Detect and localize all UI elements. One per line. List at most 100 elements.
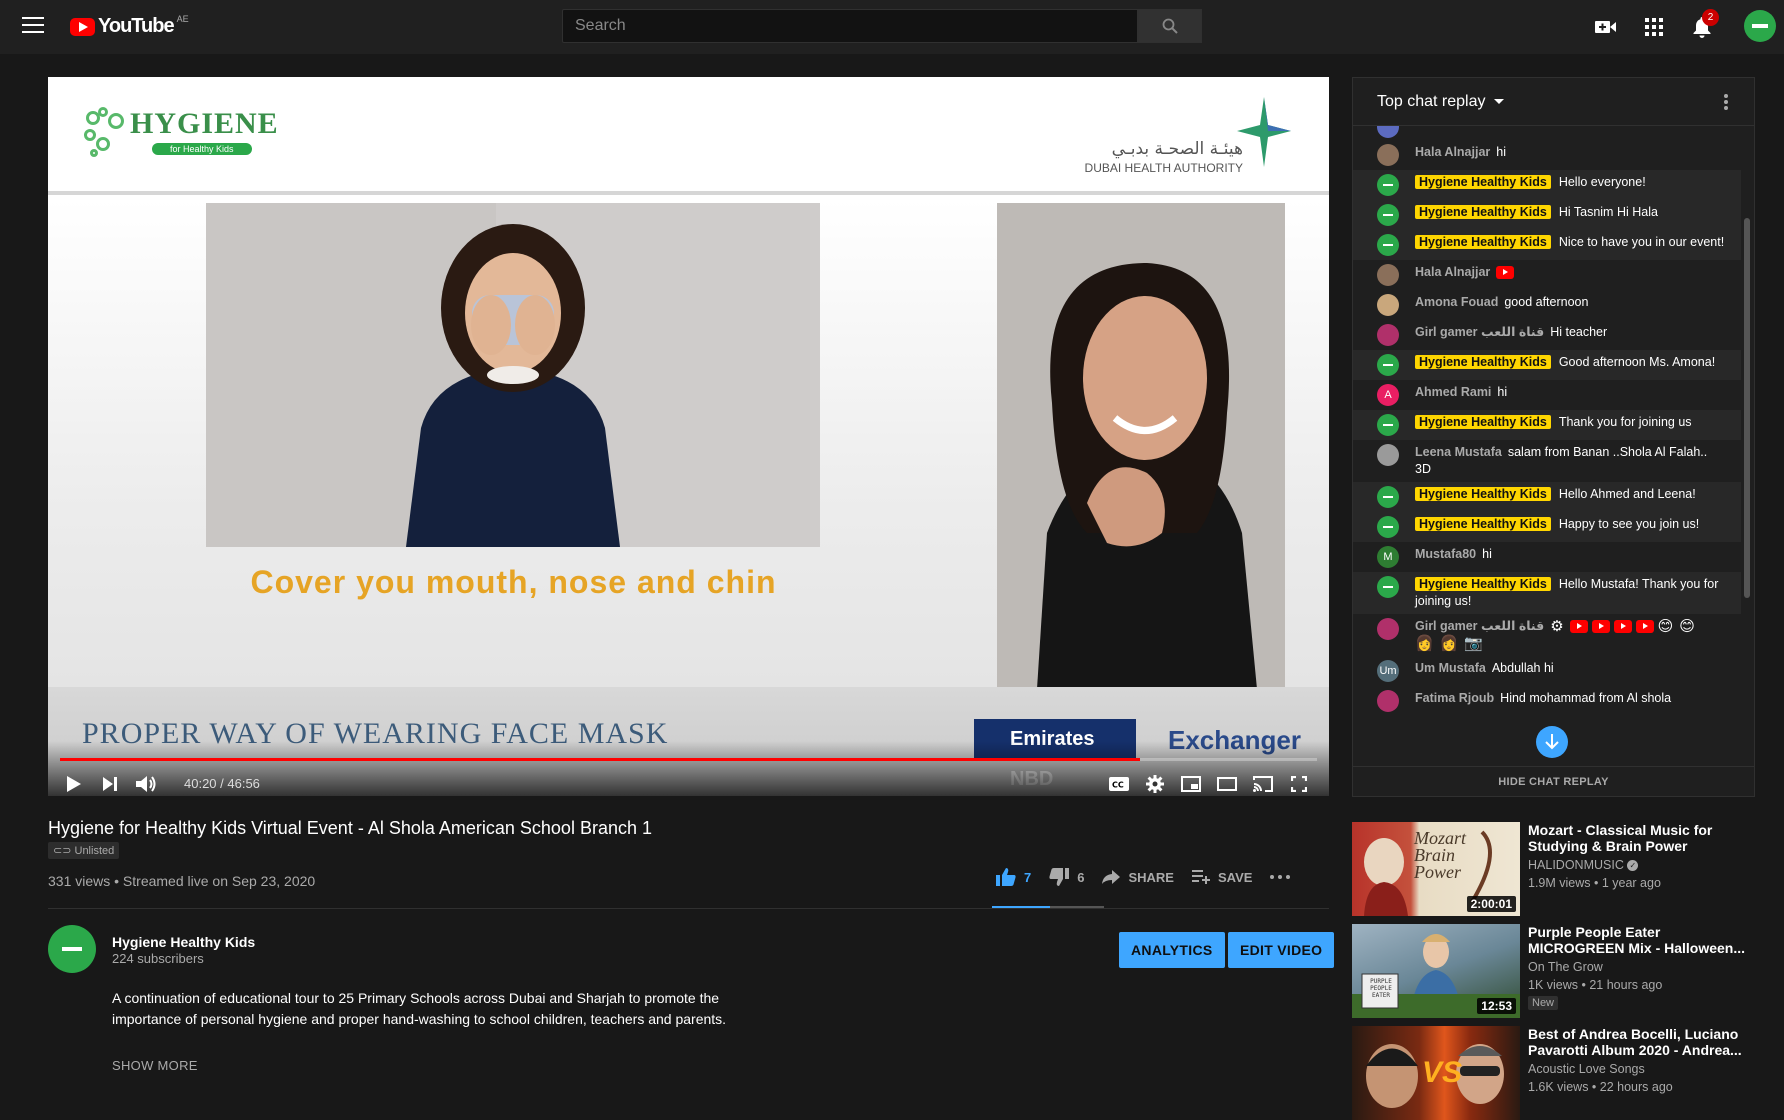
chat-message[interactable]: Hygiene Healthy Kids Hello everyone! [1353,170,1741,200]
chat-owner-badge[interactable]: Hygiene Healthy Kids [1415,415,1551,429]
next-icon [103,777,117,791]
chat-author-name[interactable]: Girl gamer قناة اللعب [1415,619,1544,633]
chat-author-avatar[interactable] [1377,444,1399,466]
chat-scrollbar[interactable] [1744,218,1750,598]
chat-author-name[interactable]: Amona Fouad [1415,295,1498,309]
chat-author-name[interactable]: Um Mustafa [1415,661,1486,675]
settings-button[interactable] [1143,772,1167,796]
chat-message[interactable]: M Mustafa80 hi [1353,542,1741,572]
dha-star-icon [1237,97,1291,167]
chat-author-avatar[interactable] [1377,174,1399,196]
analytics-button[interactable]: ANALYTICS [1119,932,1225,968]
recommendation-title[interactable]: Mozart - Classical Music for Studying & … [1528,822,1750,854]
chat-author-name[interactable]: Hala Alnajjar [1415,265,1490,279]
chat-author-avatar[interactable] [1377,576,1399,598]
emoji-icon: 👩 [1439,635,1459,653]
chat-message[interactable]: Hygiene Healthy Kids Good afternoon Ms. A… [1353,350,1741,380]
chat-author-avatar[interactable]: A [1377,384,1399,406]
chat-owner-badge[interactable]: Hygiene Healthy Kids [1415,577,1551,591]
hide-chat-replay-button[interactable]: HIDE CHAT REPLAY [1353,766,1754,796]
chat-message-list[interactable]: Hala Alnajjar hi Hygiene Healthy Kids Hello… [1353,126,1741,766]
volume-button[interactable] [134,772,158,796]
captions-button[interactable]: CC [1107,772,1131,796]
apps-grid-icon[interactable] [1642,15,1666,39]
chat-message[interactable]: Girl gamer قناة اللعب Hi teacher [1353,320,1741,350]
chat-author-name[interactable]: Ahmed Rami [1415,385,1491,399]
recommendation-item[interactable]: VS Best of Andrea Bocelli, Luciano Pavar… [1352,1026,1772,1120]
cast-button[interactable] [1251,772,1275,796]
video-player[interactable]: HYGIENE for Healthy Kids هيئـة الصحـة بد… [48,77,1329,796]
search-input[interactable]: Search [562,9,1138,43]
chat-message[interactable]: Hygiene Healthy Kids Happy to see you joi… [1353,512,1741,542]
chat-message[interactable]: Hygiene Healthy Kids Hello Ahmed and Leen… [1353,482,1741,512]
chat-author-name[interactable]: Leena Mustafa [1415,445,1502,459]
edit-video-button[interactable]: EDIT VIDEO [1228,932,1335,968]
chat-mode-dropdown[interactable]: Top chat replay [1377,93,1486,111]
chat-author-avatar[interactable] [1377,144,1399,166]
chat-owner-badge[interactable]: Hygiene Healthy Kids [1415,175,1551,189]
create-video-icon[interactable] [1594,15,1618,39]
recommendation-title[interactable]: Purple People Eater MICROGREEN Mix - Hal… [1528,924,1750,956]
chat-owner-badge[interactable]: Hygiene Healthy Kids [1415,487,1551,501]
chat-message[interactable]: A Ahmed Rami hi [1353,380,1741,410]
recommendation-item[interactable]: Mozart Brain Power 2:00:01 Mozart - Clas… [1352,822,1772,916]
progress-bar[interactable] [60,758,1317,761]
youtube-logo[interactable]: YouTube AE [70,14,189,38]
chat-message[interactable]: Leena Mustafa salam from Banan ..Shola Al… [1353,440,1741,482]
chat-author-avatar[interactable] [1377,486,1399,508]
chat-author-avatar[interactable] [1377,690,1399,713]
chat-message[interactable]: Hygiene Healthy Kids Thank you for joinin… [1353,410,1741,440]
scroll-to-bottom-button[interactable] [1536,726,1568,758]
hamburger-menu-icon[interactable] [22,17,44,35]
chat-owner-badge[interactable]: Hygiene Healthy Kids [1415,517,1551,531]
chat-owner-badge[interactable]: Hygiene Healthy Kids [1415,235,1551,249]
chat-author-avatar[interactable] [1377,414,1399,436]
next-button[interactable] [98,772,122,796]
show-more-button[interactable]: SHOW MORE [112,1058,198,1073]
chat-author-avatar[interactable]: M [1377,546,1399,568]
chat-author-avatar[interactable] [1377,516,1399,538]
search-button[interactable] [1138,9,1202,43]
chat-message[interactable]: Hala Alnajjar [1353,260,1741,290]
chat-message[interactable]: Hygiene Healthy Kids Nice to have you in … [1353,230,1741,260]
miniplayer-button[interactable] [1179,772,1203,796]
more-actions-button[interactable] [1270,875,1291,879]
chat-author-avatar[interactable] [1377,204,1399,226]
chat-message[interactable]: Amona Fouad good afternoon [1353,290,1741,320]
chat-author-avatar[interactable] [1377,618,1399,640]
chat-owner-badge[interactable]: Hygiene Healthy Kids [1415,355,1551,369]
chat-message[interactable]: Hygiene Healthy Kids Hi Tasnim Hi Hala [1353,200,1741,230]
theater-mode-button[interactable] [1215,772,1239,796]
channel-avatar[interactable] [48,925,96,973]
video-thumbnail: PURPLE PEOPLE EATER 12:53 [1352,924,1520,1018]
channel-name[interactable]: Hygiene Healthy Kids [112,934,255,950]
dislike-button[interactable]: 6 [1049,868,1084,886]
chat-author-avatar[interactable]: Um [1377,660,1399,683]
recommendation-title[interactable]: Best of Andrea Bocelli, Luciano Pavarott… [1528,1026,1750,1058]
like-button[interactable]: 7 [996,868,1031,886]
share-button[interactable]: SHARE [1102,870,1174,885]
chat-author-avatar[interactable] [1377,234,1399,256]
play-button[interactable] [62,772,86,796]
chat-message[interactable]: Um Um Mustafa Abdullah hi [1353,656,1741,686]
chat-author-avatar[interactable] [1377,294,1399,316]
recommendation-item[interactable]: PURPLE PEOPLE EATER 12:53 Purple People … [1352,924,1772,1018]
chat-author-avatar[interactable] [1377,354,1399,376]
chat-message[interactable]: Girl gamer قناة اللعب ⚙ 😊 😊 👩 👩 📷 [1353,614,1741,656]
fullscreen-button[interactable] [1287,772,1311,796]
save-button[interactable]: SAVE [1191,870,1252,885]
account-avatar[interactable] [1744,10,1776,42]
chat-author-avatar[interactable] [1377,264,1399,286]
chat-owner-badge[interactable]: Hygiene Healthy Kids [1415,205,1551,219]
chat-message[interactable]: Hygiene Healthy Kids Hello Mustafa! Thank… [1353,572,1741,614]
chat-author-name[interactable]: Girl gamer قناة اللعب [1415,325,1544,339]
chat-message[interactable]: Fatima Rjoub Hind mohammad from Al shola [1353,686,1741,716]
more-options-icon[interactable] [1718,92,1734,112]
chat-author-name[interactable]: Fatima Rjoub [1415,691,1494,705]
chat-author-avatar[interactable] [1377,324,1399,346]
chat-author-name[interactable]: Hala Alnajjar [1415,145,1490,159]
chat-message[interactable]: Hala Alnajjar hi [1353,140,1741,170]
chevron-down-icon[interactable] [1493,99,1504,104]
duration-badge: 2:00:01 [1466,896,1516,912]
chat-author-name[interactable]: Mustafa80 [1415,547,1476,561]
